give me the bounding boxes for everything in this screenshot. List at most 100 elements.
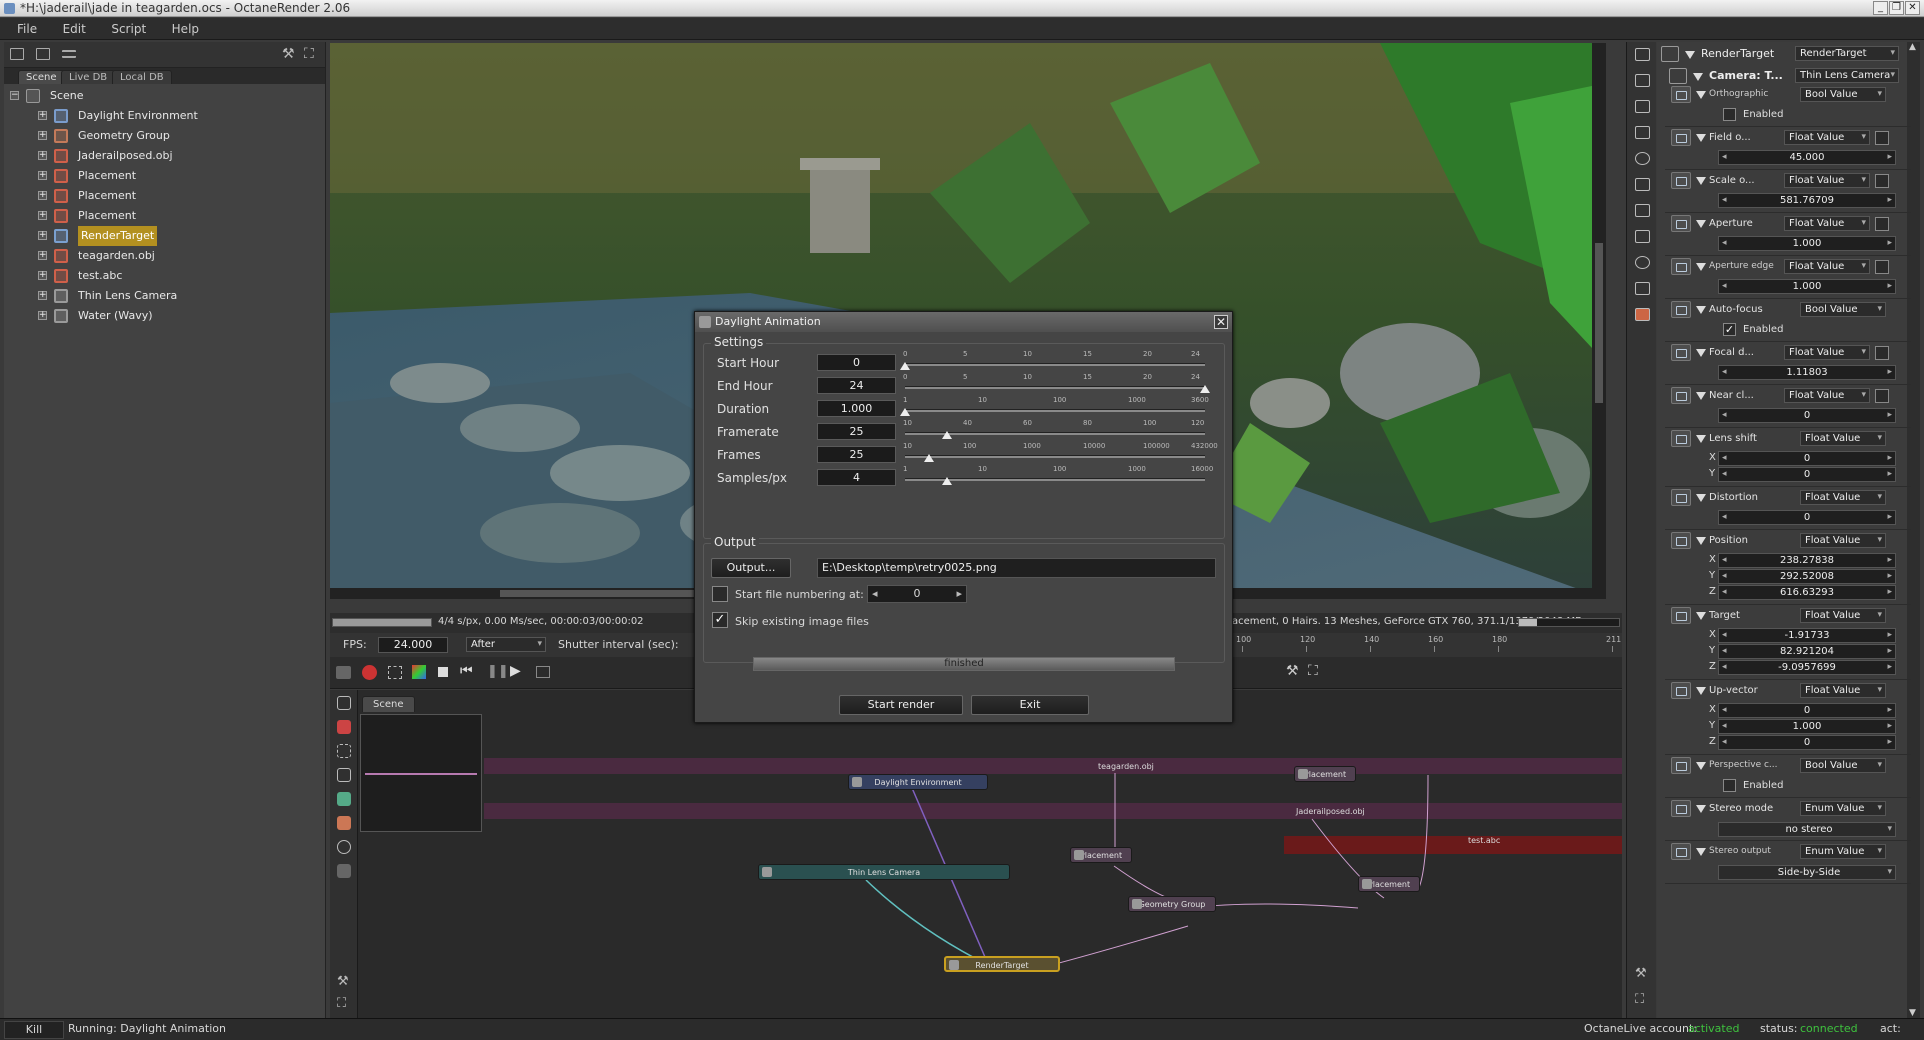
value-type-dropdown[interactable]: Enum Value: [1800, 844, 1886, 859]
menu-file[interactable]: File: [6, 18, 48, 40]
fullscreen-icon[interactable]: ⛶: [1308, 663, 1318, 679]
slider-track[interactable]: [905, 455, 1205, 458]
settings-wrench-icon[interactable]: ⚒: [1286, 663, 1299, 679]
pin-icon[interactable]: [1671, 172, 1691, 189]
pin-icon[interactable]: [1671, 757, 1691, 774]
expand-plus-icon[interactable]: +: [38, 191, 47, 200]
collapse-prop-icon[interactable]: [1696, 177, 1706, 185]
slider-track[interactable]: [905, 363, 1205, 366]
pin-icon[interactable]: [1671, 682, 1691, 699]
node-testabc-label[interactable]: test.abc: [1468, 836, 1500, 845]
expand-plus-icon[interactable]: +: [38, 291, 47, 300]
camera-dropdown[interactable]: Thin Lens Camera: [1795, 68, 1899, 83]
outliner-list-icon[interactable]: [10, 48, 24, 60]
value-type-dropdown[interactable]: Float Value: [1800, 683, 1886, 698]
play-icon[interactable]: ▶: [510, 663, 521, 679]
node-material-icon[interactable]: [337, 720, 351, 734]
node-wrench-icon[interactable]: ⚒: [337, 974, 351, 989]
value-type-dropdown[interactable]: Float Value: [1800, 490, 1886, 505]
expand-plus-icon[interactable]: +: [38, 131, 47, 140]
node-list-icon[interactable]: [337, 696, 351, 710]
pin-icon[interactable]: [1671, 301, 1691, 318]
tree-item[interactable]: + Geometry Group: [4, 126, 325, 146]
mode-dropdown[interactable]: After: [466, 637, 546, 652]
image-icon[interactable]: [1635, 126, 1650, 139]
tree-item[interactable]: + Jaderailposed.obj: [4, 146, 325, 166]
pin-icon[interactable]: [1671, 607, 1691, 624]
float-field[interactable]: 292.52008: [1718, 569, 1896, 584]
float-field[interactable]: 616.63293: [1718, 585, 1896, 600]
tree-root[interactable]: − Scene: [4, 86, 325, 106]
pin-icon[interactable]: [1671, 800, 1691, 817]
collapse-prop-icon[interactable]: [1696, 306, 1706, 314]
curve-icon[interactable]: [1875, 389, 1889, 403]
float-field[interactable]: 581.76709: [1718, 193, 1896, 208]
collapse-prop-icon[interactable]: [1696, 220, 1706, 228]
expand-plus-icon[interactable]: +: [38, 171, 47, 180]
maximize-button[interactable]: ❐: [1889, 1, 1904, 15]
pin-icon[interactable]: [1671, 843, 1691, 860]
tree-item[interactable]: + Thin Lens Camera: [4, 286, 325, 306]
expand-plus-icon[interactable]: +: [38, 151, 47, 160]
float-field[interactable]: 0: [1718, 408, 1896, 423]
pin-icon[interactable]: [1671, 215, 1691, 232]
wrench-icon[interactable]: ⚒: [282, 46, 295, 62]
rewind-icon[interactable]: ⏮: [460, 663, 473, 679]
viewport-icon[interactable]: [536, 666, 550, 678]
numbering-checkbox[interactable]: [712, 586, 728, 602]
pin-icon[interactable]: [1671, 489, 1691, 506]
slider-thumb[interactable]: [900, 362, 910, 370]
inspector-scrollbar[interactable]: ▲ ▼: [1907, 42, 1920, 1020]
value-type-dropdown[interactable]: Float Value: [1800, 608, 1886, 623]
right-wrench-icon[interactable]: ⚒: [1635, 966, 1647, 981]
pin-icon[interactable]: [1671, 129, 1691, 146]
numbering-decrement-icon[interactable]: ◂: [872, 586, 878, 602]
node-render-target[interactable]: RenderTarget: [944, 956, 1060, 972]
collapse-rt-icon[interactable]: [1685, 51, 1695, 59]
float-field[interactable]: 82.921204: [1718, 644, 1896, 659]
picture-icon[interactable]: [1635, 230, 1650, 243]
sun-icon[interactable]: [1635, 256, 1650, 269]
expand-plus-icon[interactable]: +: [38, 211, 47, 220]
float-field[interactable]: 0: [1718, 735, 1896, 750]
node-teagarden-label[interactable]: teagarden.obj: [1098, 762, 1154, 771]
curve-icon[interactable]: [1875, 174, 1889, 188]
expand-icon[interactable]: ⛶: [304, 46, 314, 62]
stack-icon[interactable]: [1635, 178, 1650, 191]
pin-icon[interactable]: [1671, 430, 1691, 447]
collapse-prop-icon[interactable]: [1696, 349, 1706, 357]
collapse-prop-icon[interactable]: [1696, 805, 1706, 813]
collapse-prop-icon[interactable]: [1696, 435, 1706, 443]
collapse-prop-icon[interactable]: [1696, 848, 1706, 856]
enum-dropdown[interactable]: Side-by-Side: [1718, 865, 1896, 880]
slider-thumb[interactable]: [942, 477, 952, 485]
property-checkbox[interactable]: ✓: [1723, 323, 1736, 336]
exit-button[interactable]: Exit: [971, 695, 1089, 715]
expand-plus-icon[interactable]: +: [38, 271, 47, 280]
property-checkbox[interactable]: [1723, 779, 1736, 792]
node-graph[interactable]: Scene Daylight Environment teagarden.obj…: [358, 690, 1622, 1020]
node-geometry-icon[interactable]: [337, 816, 351, 830]
close-button[interactable]: ✕: [1905, 1, 1920, 15]
collapse-icon[interactable]: −: [10, 91, 19, 100]
value-type-dropdown[interactable]: Float Value: [1784, 388, 1870, 403]
node-geometry-group[interactable]: Geometry Group: [1128, 896, 1216, 912]
dialog-close-icon[interactable]: ✕: [1214, 315, 1228, 329]
collapse-prop-icon[interactable]: [1696, 687, 1706, 695]
globe-icon[interactable]: [1635, 204, 1650, 217]
tree-item[interactable]: + test.abc: [4, 266, 325, 286]
collapse-prop-icon[interactable]: [1696, 762, 1706, 770]
camera-tool-icon[interactable]: [1635, 152, 1650, 165]
pin-icon[interactable]: [1671, 86, 1691, 103]
node-placement-mid[interactable]: Placement: [1070, 847, 1132, 863]
value-type-dropdown[interactable]: Float Value: [1800, 431, 1886, 446]
timeline-ruler[interactable]: 100 120 140 160 180 211: [1230, 633, 1622, 657]
value-type-dropdown[interactable]: Float Value: [1784, 345, 1870, 360]
right-expand-icon[interactable]: ⛶: [1635, 992, 1644, 1007]
float-field[interactable]: 1.000: [1718, 279, 1896, 294]
slider-thumb[interactable]: [942, 431, 952, 439]
start-render-button[interactable]: Start render: [839, 695, 963, 715]
property-checkbox[interactable]: [1723, 108, 1736, 121]
slider-value-field[interactable]: 25: [817, 446, 896, 463]
tree-item[interactable]: + Placement: [4, 206, 325, 226]
